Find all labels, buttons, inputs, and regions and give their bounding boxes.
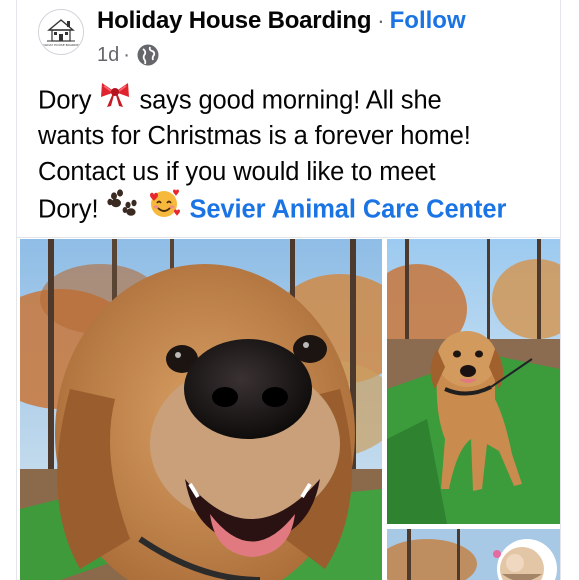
location-link[interactable]: Sevier Animal Care Center (189, 196, 506, 224)
card-left-border (16, 0, 17, 580)
post-text-line-3: Contact us if you would like to meet (38, 158, 436, 186)
ribbon-emoji-icon (98, 79, 132, 119)
post-text-dory-end: Dory! (38, 195, 99, 224)
card-right-border (560, 0, 561, 580)
post-text-dory: Dory (38, 86, 92, 115)
house-logo-icon: HOLIDAY HOUSE BOARDING (39, 10, 83, 54)
text-photo-divider (17, 237, 560, 238)
dog-third-photo[interactable] (387, 529, 560, 580)
avatar-logo-text: HOLIDAY HOUSE BOARDING (40, 43, 82, 47)
globe-icon[interactable] (136, 43, 160, 67)
dog-closeup-photo[interactable] (20, 239, 382, 580)
meta-separator: · (123, 43, 130, 66)
post-text-line-2: wants for Christmas is a forever home! (38, 122, 471, 150)
post-text: Dory says good morning! All she wants fo… (38, 82, 558, 226)
dog-standing-photo[interactable] (387, 239, 560, 524)
post-text-line-1: Dory says good morning! All she (38, 82, 558, 118)
paw-prints-emoji-icon (105, 188, 139, 228)
post-text-line-1-rest: says good morning! All she (139, 86, 442, 115)
post-text-line-4: Dory! Sevier Animal Care Center (38, 187, 558, 229)
page-name-link[interactable]: Holiday House Boarding (97, 7, 371, 35)
post-meta: 1d · (97, 40, 160, 70)
smiling-face-with-hearts-emoji-icon (146, 187, 182, 229)
page-avatar[interactable]: HOLIDAY HOUSE BOARDING (38, 9, 84, 55)
post-timestamp[interactable]: 1d (97, 44, 119, 67)
follow-button[interactable]: Follow (390, 7, 466, 35)
post-header: Holiday House Boarding · Follow (97, 4, 466, 38)
header-separator: · (377, 8, 385, 33)
